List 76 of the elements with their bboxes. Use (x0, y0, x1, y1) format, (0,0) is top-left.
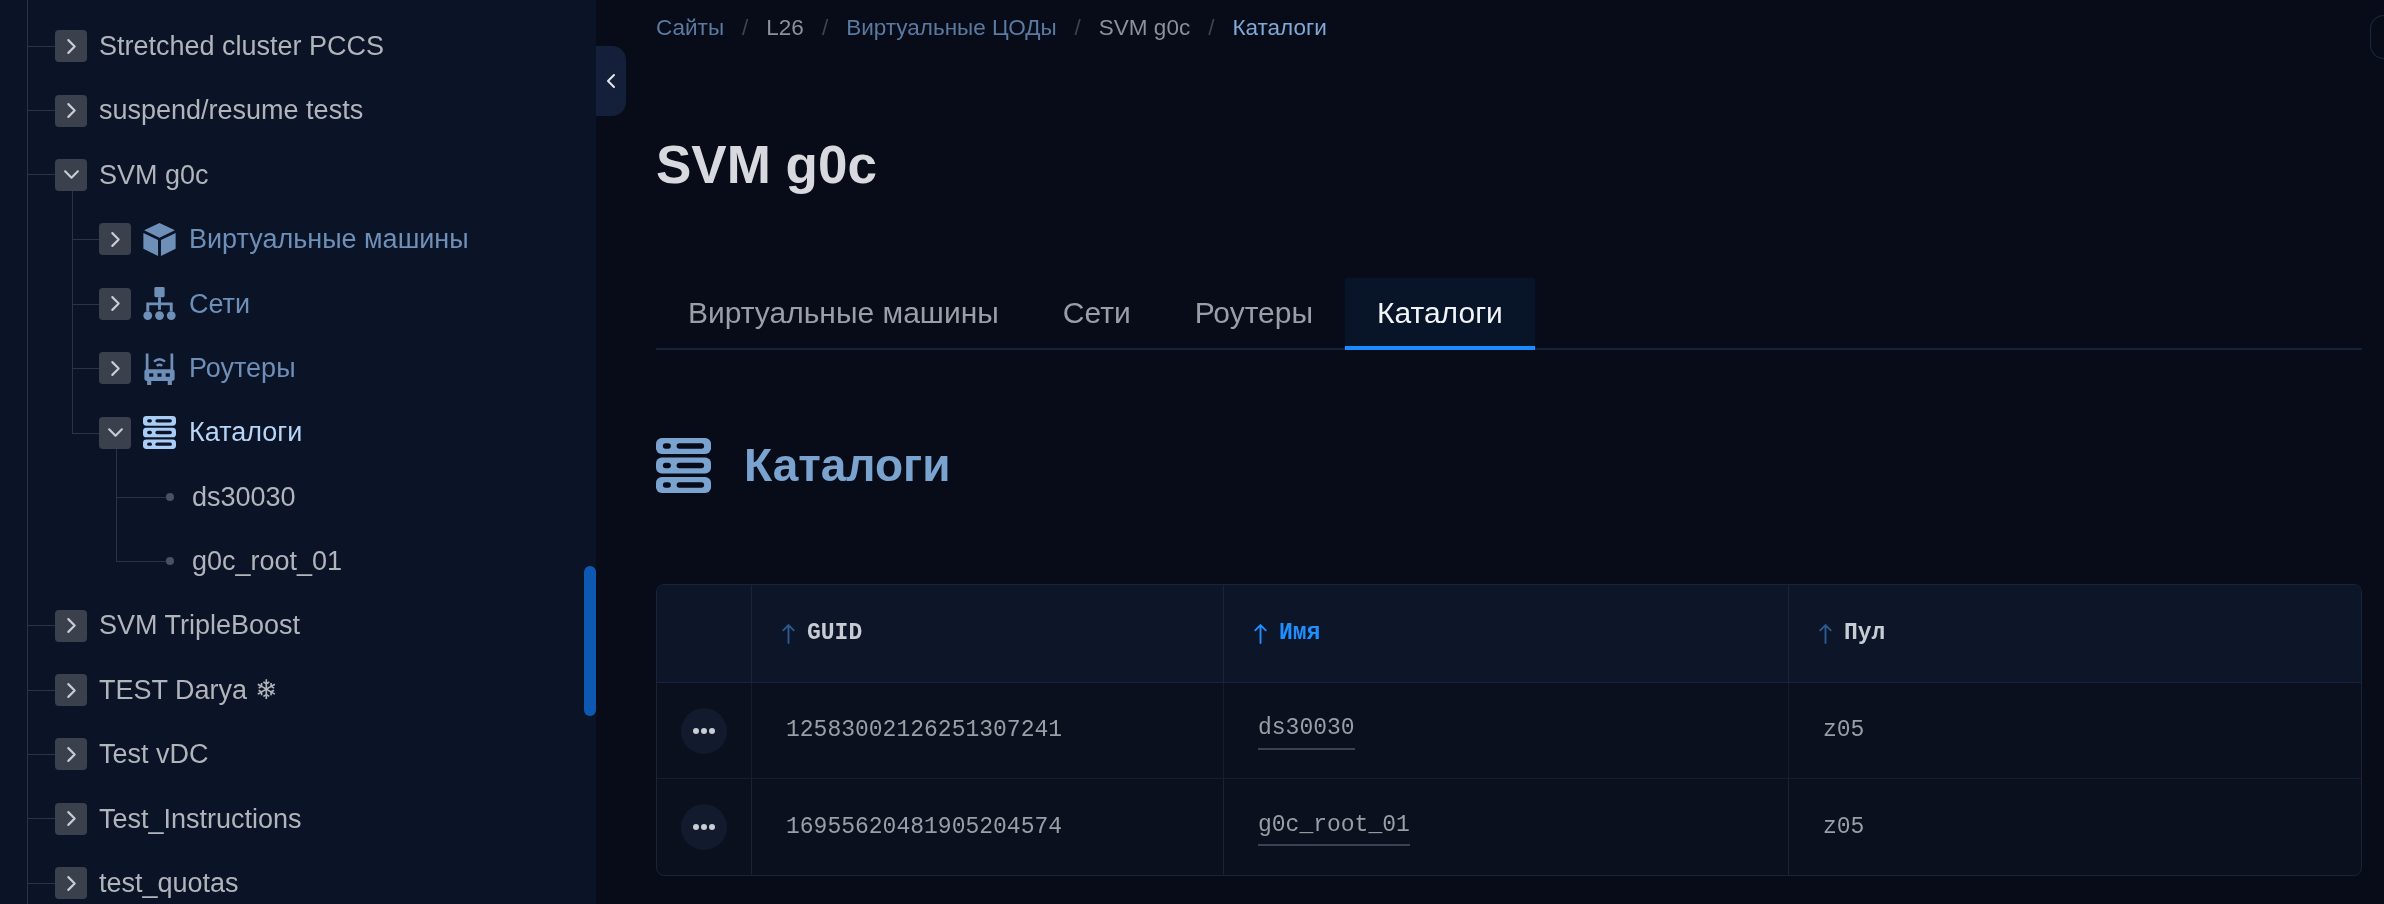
expand-toggle[interactable] (55, 674, 87, 707)
chevron-left-icon (606, 73, 616, 89)
catalog-name-link[interactable]: ds30030 (1258, 711, 1355, 750)
tree-item[interactable]: Виртуальные машины (189, 219, 469, 260)
breadcrumb-item: SVM g0c (1098, 14, 1191, 43)
arrow-up-icon (1254, 623, 1267, 644)
row-menu-button[interactable] (681, 804, 727, 850)
stacked-bars-icon (656, 437, 711, 493)
page-title: SVM g0c (656, 135, 877, 195)
chevron-right-icon (109, 230, 121, 248)
column-header[interactable]: GUID (752, 585, 1224, 683)
chevron-right-icon (65, 102, 77, 120)
breadcrumb-item: Каталоги (1232, 14, 1327, 43)
tree-item[interactable]: TEST Darya ❄ (99, 669, 278, 711)
tree-item[interactable]: suspend/resume tests (99, 90, 364, 131)
chevron-right-icon (65, 746, 77, 763)
breadcrumb-link[interactable]: Сайты (656, 11, 725, 45)
network-tree-icon (143, 287, 176, 321)
arrow-up-icon (782, 623, 795, 644)
tab[interactable]: Сети (1030, 278, 1163, 350)
chevron-down-icon (106, 427, 124, 439)
more-dots-icon (693, 727, 715, 734)
breadcrumb-separator: / (1208, 14, 1215, 43)
chevron-right-icon (65, 681, 77, 699)
tree-item[interactable]: test_quotas (99, 863, 239, 904)
chevron-right-icon (65, 874, 77, 892)
expand-toggle[interactable] (55, 609, 87, 642)
tree-item[interactable]: Каталоги (189, 412, 303, 453)
scrollbar-thumb[interactable] (584, 566, 596, 716)
tree-item[interactable]: SVM g0c (99, 154, 209, 196)
arrow-up-icon (1819, 623, 1832, 644)
breadcrumb-separator: / (821, 14, 829, 43)
tab[interactable]: Виртуальные машины (656, 278, 1031, 350)
tab[interactable]: Каталоги (1345, 278, 1535, 350)
chevron-right-icon (109, 295, 121, 313)
table-cell-text: 12583002126251307241 (786, 716, 1063, 746)
tree-item[interactable]: Роутеры (189, 347, 296, 389)
router-icon (143, 351, 176, 385)
chevron-right-icon (109, 359, 121, 377)
table-cell-text: z05 (1823, 812, 1865, 842)
table-cell-text: 16955620481905204574 (786, 812, 1063, 842)
tree-item[interactable]: ds30030 (192, 476, 296, 518)
expand-toggle[interactable] (99, 416, 131, 449)
tree-item[interactable]: Stretched cluster PCCS (99, 25, 385, 67)
expand-toggle[interactable] (55, 867, 87, 900)
breadcrumb-link[interactable]: Виртуальные ЦОДы (846, 11, 1057, 45)
breadcrumb-separator: / (1074, 14, 1081, 43)
expand-toggle[interactable] (55, 94, 87, 127)
catalog-name-link[interactable]: g0c_root_01 (1258, 807, 1410, 847)
expand-toggle[interactable] (55, 738, 87, 771)
tab[interactable]: Роутеры (1162, 278, 1345, 350)
tree-item[interactable]: SVM TripleBoost (99, 605, 301, 646)
chevron-down-icon (62, 169, 80, 181)
expand-toggle[interactable] (99, 352, 131, 385)
stacked-bars-icon (143, 416, 176, 450)
chevron-right-icon (65, 37, 77, 55)
column-header[interactable]: Пул (1789, 585, 2361, 683)
tree-item[interactable]: g0c_root_01 (192, 541, 343, 582)
expand-toggle[interactable] (55, 802, 87, 835)
section-heading: Каталоги (744, 437, 951, 493)
chevron-right-icon (65, 810, 77, 828)
tree-item[interactable]: Сети (189, 283, 251, 324)
cube-icon (143, 222, 176, 256)
expand-toggle[interactable] (55, 158, 87, 191)
expand-toggle[interactable] (99, 223, 131, 256)
tree-item[interactable]: Test_Instructions (99, 798, 302, 840)
breadcrumb-separator: / (742, 14, 749, 43)
chevron-right-icon (65, 617, 77, 635)
row-menu-button[interactable] (681, 707, 727, 754)
table-cell-text: z05 (1823, 716, 1865, 746)
breadcrumb-item: L26 (766, 14, 804, 43)
more-dots-icon (693, 824, 715, 830)
tree-item[interactable]: Test vDC (99, 734, 209, 775)
expand-toggle[interactable] (99, 287, 131, 320)
expand-toggle[interactable] (55, 30, 87, 63)
column-header[interactable]: Имя (1224, 585, 1789, 683)
